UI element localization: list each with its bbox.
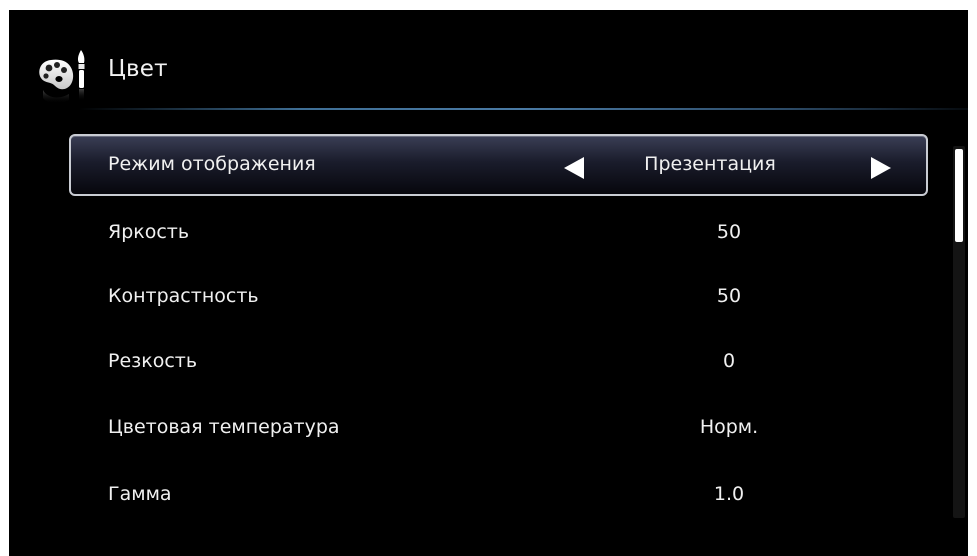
row-label: Яркость — [108, 221, 190, 243]
row-value: 0 — [722, 350, 736, 372]
menu-row-brightness[interactable]: Яркость 50 — [69, 197, 928, 259]
arrow-left-icon[interactable] — [564, 157, 584, 179]
palette-icon — [39, 50, 85, 104]
menu-row-contrast[interactable]: Контрастность 50 — [69, 261, 928, 323]
menu-row-sharpness[interactable]: Резкость 0 — [69, 326, 928, 388]
menu-row-gamma[interactable]: Гамма 1.0 — [69, 459, 928, 521]
row-label: Контрастность — [108, 285, 259, 307]
row-value: Презентация — [644, 153, 776, 175]
header-divider — [79, 108, 968, 110]
scrollbar-thumb[interactable] — [955, 149, 963, 242]
menu-row-color-temperature[interactable]: Цветовая температура Норм. — [69, 392, 928, 454]
row-label: Резкость — [108, 350, 198, 372]
row-label: Цветовая температура — [108, 416, 340, 438]
row-value: Норм. — [699, 416, 759, 438]
row-value: 1.0 — [713, 483, 745, 505]
menu-header: Цвет — [9, 10, 968, 110]
row-value: 50 — [716, 285, 742, 307]
row-label: Гамма — [108, 483, 172, 505]
arrow-right-icon[interactable] — [871, 157, 891, 179]
page-title: Цвет — [108, 56, 168, 82]
osd-screen: Цвет Режим отображения Презентация Яркос… — [9, 10, 968, 556]
row-value: 50 — [716, 221, 742, 243]
row-label: Режим отображения — [108, 153, 316, 175]
menu-row-display-mode[interactable]: Режим отображения Презентация — [69, 134, 928, 196]
